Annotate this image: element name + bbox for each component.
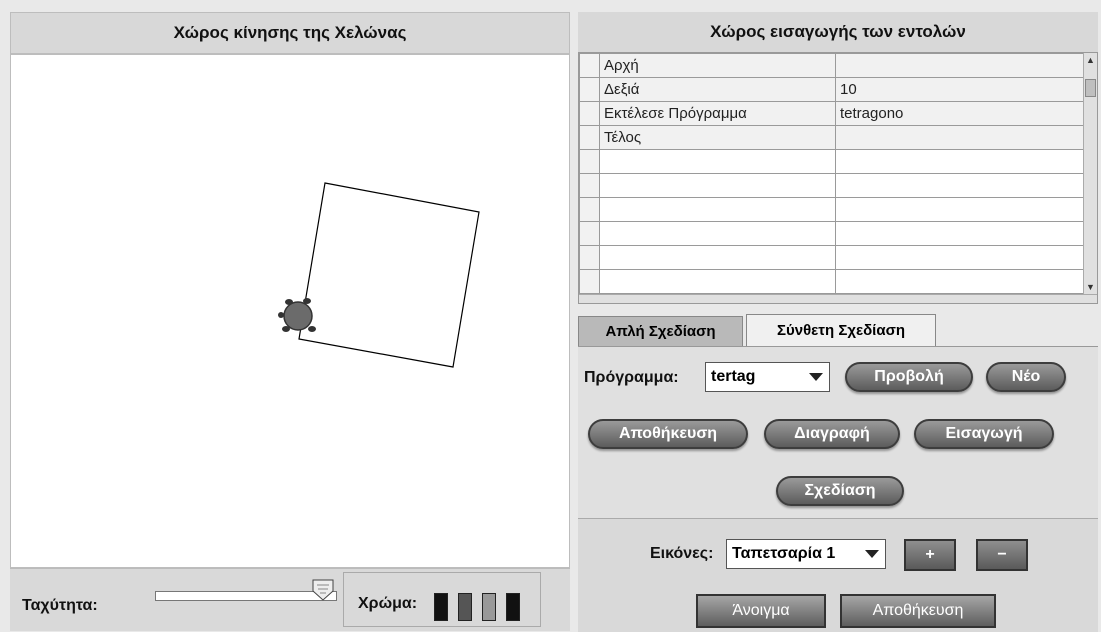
color-swatch-darkgray[interactable] [458,593,472,621]
view-button[interactable]: Προβολή [845,362,973,392]
turtle-icon [278,298,316,332]
images-select[interactable]: Ταπετσαρία 1 [726,539,886,569]
tab-complex-drawing[interactable]: Σύνθετη Σχεδίαση [746,314,936,346]
speed-slider-track[interactable] [155,591,337,601]
command-cell[interactable]: Τέλος [599,125,836,150]
draw-button[interactable]: Σχεδίαση [776,476,904,506]
program-selected-value: tertag [711,368,756,385]
tab-simple-drawing[interactable]: Απλή Σχεδίαση [578,316,743,346]
value-cell[interactable] [835,125,1086,150]
drawing-surface [278,182,480,368]
color-label: Χρώμα: [358,595,418,612]
table-row[interactable] [579,149,1086,174]
images-footer: Εικόνες: Ταπετσαρία 1 + − Άνοιγμα Αποθήκ… [578,518,1098,632]
chevron-down-icon [809,373,823,381]
remove-image-button[interactable]: − [976,539,1028,571]
table-row[interactable] [579,173,1086,198]
command-cell[interactable]: Δεξιά [599,77,836,102]
images-label: Εικόνες: [650,545,714,562]
chevron-down-icon [865,550,879,558]
turtle-area-title: Χώρος κίνησης της Χελώνας [10,12,570,54]
speed-label: Ταχύτητα: [22,597,98,614]
table-row[interactable]: Τέλος [579,125,1086,150]
drawn-square [298,182,480,368]
left-footer: Ταχύτητα: Χρώμα: [10,568,570,631]
images-selected-value: Ταπετσαρία 1 [732,545,836,562]
value-cell[interactable]: tetragono [835,101,1086,126]
color-swatch-lightgray[interactable] [482,593,496,621]
open-image-button[interactable]: Άνοιγμα [696,594,826,628]
commands-table[interactable]: Αρχή Δεξιά 10 Εκτέλεσε Πρόγραμμα tetrago… [578,52,1098,304]
program-select[interactable]: tertag [705,362,830,392]
new-button[interactable]: Νέο [986,362,1066,392]
command-cell[interactable]: Αρχή [599,53,836,78]
color-swatch-black-2[interactable] [506,593,520,621]
color-swatch-black[interactable] [434,593,448,621]
add-image-button[interactable]: + [904,539,956,571]
delete-program-button[interactable]: Διαγραφή [764,419,900,449]
turtle-canvas[interactable] [10,54,570,568]
table-horizontal-scrollbar[interactable] [579,294,1097,303]
command-cell[interactable]: Εκτέλεσε Πρόγραμμα [599,101,836,126]
table-row[interactable] [579,245,1086,270]
insert-program-button[interactable]: Εισαγωγή [914,419,1054,449]
table-vertical-scrollbar[interactable]: ▲ ▼ [1083,53,1097,303]
table-row[interactable]: Αρχή [579,53,1086,78]
scroll-up-icon[interactable]: ▲ [1085,55,1096,66]
table-row[interactable] [579,197,1086,222]
program-label: Πρόγραμμα: [584,369,679,386]
save-program-button[interactable]: Αποθήκευση [588,419,748,449]
color-group: Χρώμα: [343,572,541,627]
commands-area-title: Χώρος εισαγωγής των εντολών [578,12,1098,52]
value-cell[interactable] [835,53,1086,78]
table-row[interactable] [579,269,1086,294]
scroll-down-icon[interactable]: ▼ [1085,282,1096,293]
save-image-button[interactable]: Αποθήκευση [840,594,996,628]
table-row[interactable]: Δεξιά 10 [579,77,1086,102]
complex-drawing-panel: Πρόγραμμα: tertag Προβολή Νέο Αποθήκευση… [578,346,1098,519]
speed-slider-thumb[interactable] [312,579,334,601]
table-row[interactable] [579,221,1086,246]
scroll-thumb[interactable] [1085,79,1096,97]
value-cell[interactable]: 10 [835,77,1086,102]
drawing-tabs: Απλή Σχεδίαση Σύνθετη Σχεδίαση [578,312,1098,348]
table-row[interactable]: Εκτέλεσε Πρόγραμμα tetragono [579,101,1086,126]
